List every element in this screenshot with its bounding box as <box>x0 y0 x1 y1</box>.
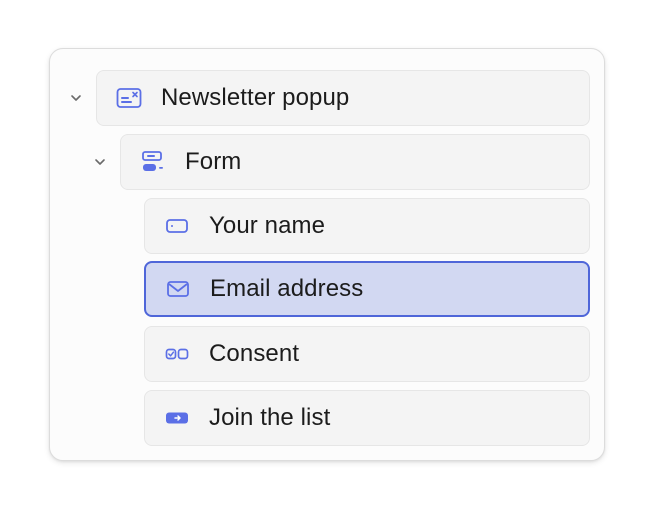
tree-node-label: Join the list <box>209 404 331 431</box>
popup-icon <box>115 84 143 112</box>
tree-node-newsletter-popup[interactable]: Newsletter popup <box>96 70 590 126</box>
tree-node-label: Form <box>185 148 242 175</box>
chevron-down-icon[interactable] <box>69 91 83 105</box>
email-icon <box>164 275 192 303</box>
text-input-icon <box>163 212 191 240</box>
tree-node-consent[interactable]: Consent <box>144 326 590 382</box>
tree-node-label: Your name <box>209 212 326 239</box>
button-icon <box>163 404 191 432</box>
tree-node-form[interactable]: Form <box>120 134 590 190</box>
tree-node-label: Newsletter popup <box>161 84 350 111</box>
form-icon <box>139 148 167 176</box>
tree-node-your-name[interactable]: Your name <box>144 198 590 254</box>
chevron-down-icon[interactable] <box>93 155 107 169</box>
checkbox-icon <box>163 340 191 368</box>
tree-node-label: Email address <box>210 275 364 302</box>
tree-node-email-address[interactable]: Email address <box>144 261 590 317</box>
tree-node-join-the-list[interactable]: Join the list <box>144 390 590 446</box>
layer-tree-panel: Newsletter popup Form Your name Email ad… <box>49 48 605 461</box>
tree-node-label: Consent <box>209 340 300 367</box>
